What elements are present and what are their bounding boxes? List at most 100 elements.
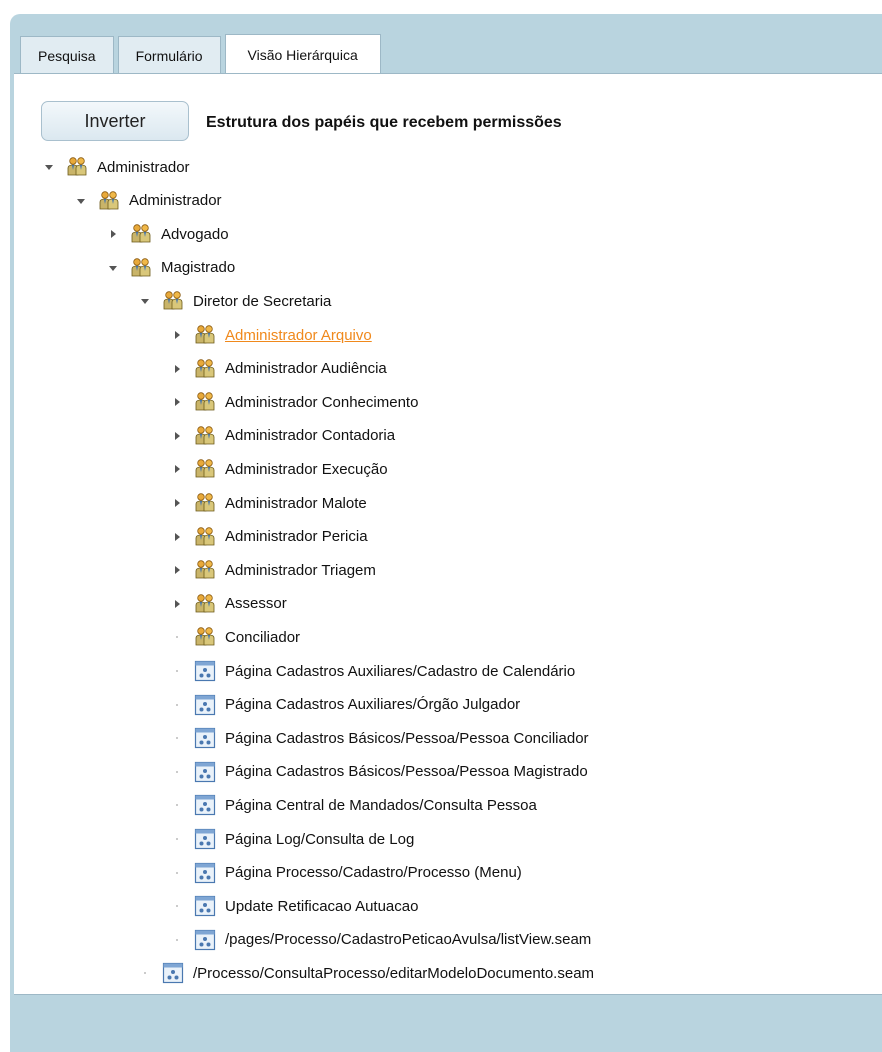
expand-toggle-icon[interactable] <box>42 160 56 174</box>
tree-node[interactable]: Administrador <box>74 184 222 218</box>
users-icon <box>129 222 153 246</box>
tree-node[interactable]: /Processo/ConsultaProcesso/editarModeloD… <box>138 956 594 990</box>
page-icon <box>193 760 217 784</box>
tree-node-label: /pages/Processo/CadastroPeticaoAvulsa/li… <box>225 931 592 949</box>
tree-node[interactable]: Página Cadastros Auxiliares/Órgão Julgad… <box>170 688 520 722</box>
tree-node[interactable]: Advogado <box>106 217 229 251</box>
collapse-toggle-icon[interactable] <box>170 563 184 577</box>
leaf-dot-icon <box>138 966 152 980</box>
tree-node-label: Página Central de Mandados/Consulta Pess… <box>225 796 537 814</box>
invert-button[interactable]: Inverter <box>41 101 189 141</box>
users-icon <box>193 491 217 515</box>
tree-node[interactable]: Administrador Pericia <box>170 520 368 554</box>
tree-node[interactable]: Administrador Execução <box>170 452 388 486</box>
users-icon <box>193 390 217 414</box>
tree-node[interactable]: Administrador <box>42 150 190 184</box>
expand-toggle-icon[interactable] <box>74 194 88 208</box>
expand-toggle-icon[interactable] <box>138 294 152 308</box>
users-icon <box>193 592 217 616</box>
tree-node[interactable]: Página Cadastros Básicos/Pessoa/Pessoa M… <box>170 755 588 789</box>
tree-node-label: Conciliador <box>225 628 301 646</box>
users-icon <box>193 625 217 649</box>
tree-node[interactable]: Administrador Arquivo <box>170 318 372 352</box>
tree-node-label: Advogado <box>161 225 229 243</box>
users-icon <box>161 289 185 313</box>
users-icon <box>193 357 217 381</box>
leaf-dot-icon <box>170 866 184 880</box>
users-icon <box>193 457 217 481</box>
collapse-toggle-icon[interactable] <box>170 395 184 409</box>
tree-node-label: Página Cadastros Auxiliares/Órgão Julgad… <box>225 696 521 714</box>
tree-node-label: Administrador Pericia <box>225 528 368 546</box>
tree-node-label[interactable]: Administrador Arquivo <box>225 327 372 344</box>
tree-node-label: Administrador Execução <box>225 460 388 478</box>
tree-node-label: Administrador <box>97 158 190 176</box>
tab-bar: Pesquisa Formulário Visão Hierárquica <box>20 34 381 75</box>
tab-visao-hierarquica[interactable]: Visão Hierárquica <box>224 34 381 75</box>
tree-node[interactable]: Administrador Audiência <box>170 352 387 386</box>
tree-node[interactable]: Conciliador <box>170 620 300 654</box>
expand-toggle-icon[interactable] <box>106 261 120 275</box>
collapse-toggle-icon[interactable] <box>170 496 184 510</box>
tree-node[interactable]: Página Cadastros Básicos/Pessoa/Pessoa C… <box>170 721 589 755</box>
page-icon <box>193 827 217 851</box>
leaf-dot-icon <box>170 899 184 913</box>
page-icon <box>193 928 217 952</box>
tree-node[interactable]: Administrador Triagem <box>170 553 376 587</box>
tree-node-label: Página Cadastros Auxiliares/Cadastro de … <box>225 662 576 680</box>
page-icon <box>193 793 217 817</box>
tab-formulario[interactable]: Formulário <box>117 36 221 74</box>
page-icon <box>193 726 217 750</box>
leaf-dot-icon <box>170 664 184 678</box>
page-icon <box>193 861 217 885</box>
tree-node-label: Página Log/Consulta de Log <box>225 830 415 848</box>
tree-node[interactable]: Magistrado <box>106 251 235 285</box>
tree-node-label: Administrador Contadoria <box>225 427 396 445</box>
tree-node[interactable]: Administrador Malote <box>170 486 367 520</box>
users-icon <box>129 256 153 280</box>
users-icon <box>97 189 121 213</box>
tree-node[interactable]: Página Processo/Cadastro/Processo (Menu) <box>170 856 522 890</box>
users-icon <box>193 558 217 582</box>
page-icon <box>193 693 217 717</box>
leaf-dot-icon <box>170 798 184 812</box>
tree-node-label: Assessor <box>225 595 287 613</box>
tree-node-label: Diretor de Secretaria <box>193 292 332 310</box>
collapse-toggle-icon[interactable] <box>170 462 184 476</box>
collapse-toggle-icon[interactable] <box>170 429 184 443</box>
tab-pesquisa[interactable]: Pesquisa <box>20 36 114 74</box>
collapse-toggle-icon[interactable] <box>170 362 184 376</box>
tree-title: Estrutura dos papéis que recebem permiss… <box>206 114 562 131</box>
tree-node-label: /Processo/ConsultaProcesso/editarModeloD… <box>193 964 595 982</box>
leaf-dot-icon <box>170 765 184 779</box>
tree-node[interactable]: Assessor <box>170 587 287 621</box>
tree-node-label: Administrador Audiência <box>225 360 387 378</box>
page-icon <box>193 894 217 918</box>
collapse-toggle-icon[interactable] <box>170 597 184 611</box>
collapse-toggle-icon[interactable] <box>170 328 184 342</box>
tree-node-label: Administrador <box>129 192 222 210</box>
users-icon <box>65 155 89 179</box>
tree-node-label: Update Retificacao Autuacao <box>225 897 419 915</box>
tree-node[interactable]: Página Central de Mandados/Consulta Pess… <box>170 788 537 822</box>
tree-node[interactable]: Página Cadastros Auxiliares/Cadastro de … <box>170 654 575 688</box>
tree-node[interactable]: Administrador Conhecimento <box>170 385 418 419</box>
tree-node-label: Administrador Triagem <box>225 561 376 579</box>
tree-node[interactable]: Administrador Contadoria <box>170 419 395 453</box>
users-icon <box>193 424 217 448</box>
leaf-dot-icon <box>170 698 184 712</box>
leaf-dot-icon <box>170 933 184 947</box>
tree-node-label: Administrador Conhecimento <box>225 393 419 411</box>
leaf-dot-icon <box>170 832 184 846</box>
users-icon <box>193 323 217 347</box>
collapse-toggle-icon[interactable] <box>170 530 184 544</box>
tree-node[interactable]: Página Log/Consulta de Log <box>170 822 414 856</box>
tree-node[interactable]: Update Retificacao Autuacao <box>170 889 418 923</box>
tree-node[interactable]: Diretor de Secretaria <box>138 284 331 318</box>
users-icon <box>193 525 217 549</box>
leaf-dot-icon <box>170 731 184 745</box>
tree-node[interactable]: /pages/Processo/CadastroPeticaoAvulsa/li… <box>170 923 591 957</box>
tree-node-label: Administrador Malote <box>225 494 367 512</box>
tree-node-label: Página Cadastros Básicos/Pessoa/Pessoa C… <box>225 729 589 747</box>
collapse-toggle-icon[interactable] <box>106 227 120 241</box>
